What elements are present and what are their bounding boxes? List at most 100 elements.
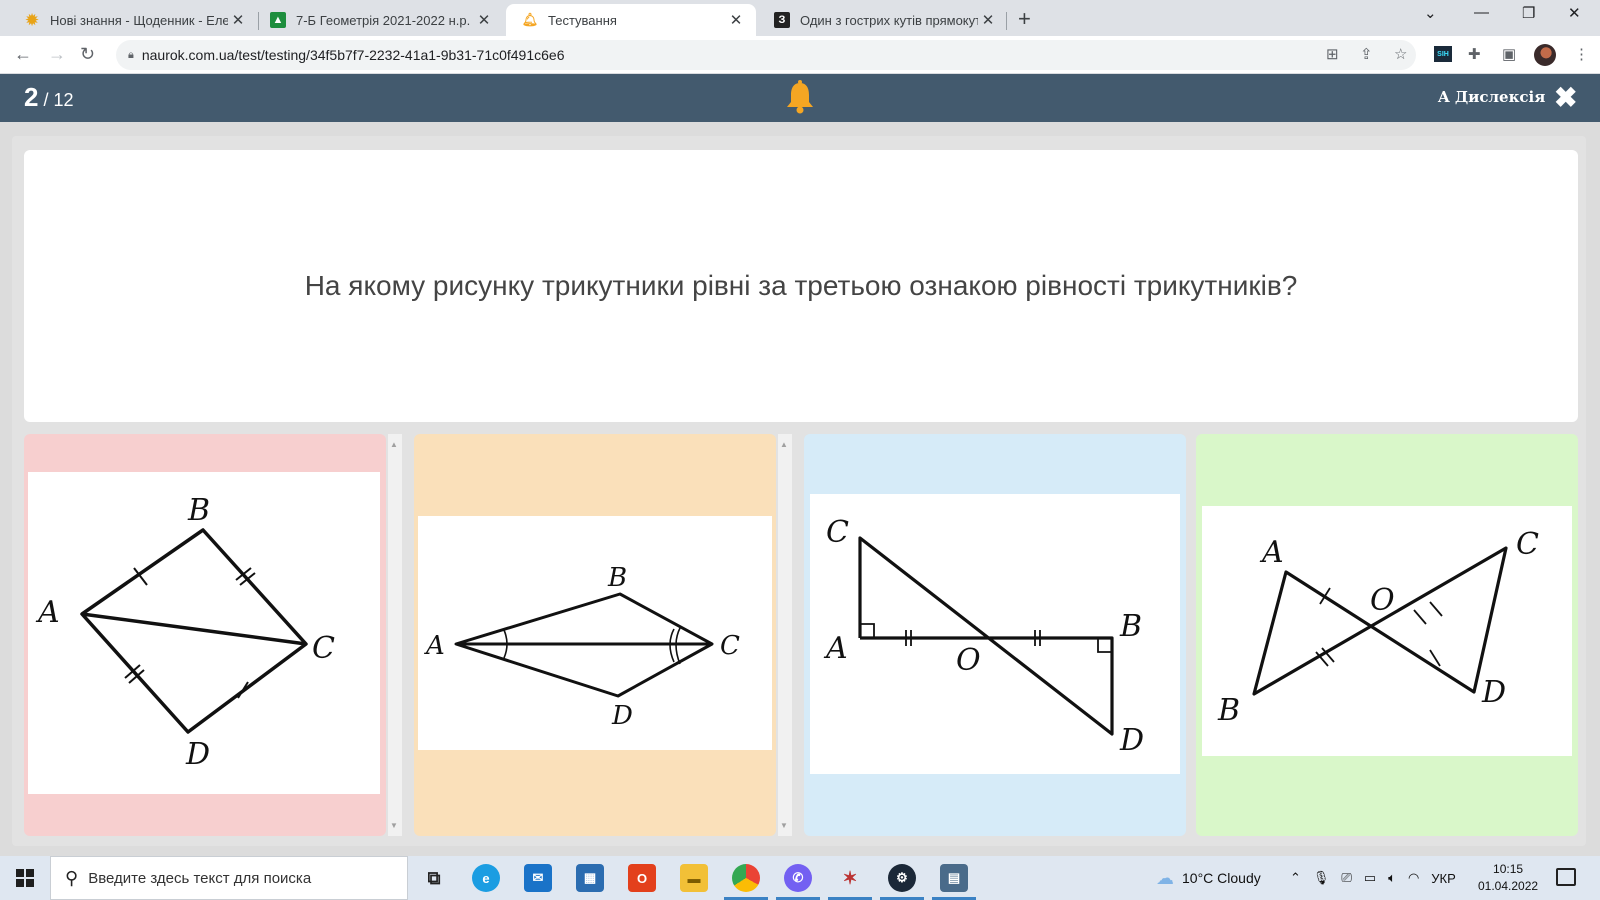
steam-icon[interactable]: ⚙: [880, 864, 924, 900]
system-tray[interactable]: ⌃ 🎙︎ ⎚ ▭ 🔈︎ ◠ УКР: [1290, 856, 1456, 900]
answer-option-1[interactable]: A B C D: [24, 434, 386, 836]
vertex-label-a: A: [35, 595, 60, 630]
dyslexia-toggle[interactable]: A Дислексія: [1438, 88, 1545, 106]
search-placeholder: Введите здесь текст для поиска: [88, 869, 312, 887]
vertex-label-a: A: [424, 631, 445, 661]
current-question-number: 2: [24, 82, 39, 112]
search-icon: ⚲: [65, 867, 79, 888]
wifi-icon[interactable]: ◠: [1408, 870, 1419, 886]
weather-widget[interactable]: ☁ 10°C Cloudy: [1156, 856, 1261, 900]
bell-icon: [784, 80, 816, 119]
calculator-icon[interactable]: ▤: [932, 864, 976, 900]
url-text: naurok.com.ua/test/testing/34f5b7f7-2232…: [141, 47, 565, 63]
answer-option-4[interactable]: A B C D O: [1196, 434, 1578, 836]
scroll-down-icon[interactable]: ▼: [390, 821, 398, 830]
vertex-label-a: A: [823, 631, 848, 666]
device-icon[interactable]: ⎚: [1341, 870, 1351, 886]
browser-tab-strip: ✹ Нові знання - Щоденник - Елек ✕ ▲ 7-Б …: [0, 0, 1600, 36]
answer-option-2[interactable]: A B C D: [414, 434, 776, 836]
vertex-label-d: D: [1119, 723, 1144, 758]
bell-icon: 🔔︎: [521, 12, 539, 27]
microphone-icon[interactable]: 🎙︎: [1313, 870, 1330, 886]
tab-title: Нові знання - Щоденник - Елек: [50, 12, 228, 28]
office-icon[interactable]: O: [628, 864, 656, 892]
answer-figure-2: A B C D: [418, 516, 772, 750]
scroll-down-icon[interactable]: ▼: [780, 821, 788, 830]
battery-icon[interactable]: ▭: [1364, 870, 1376, 886]
tab-close-icon[interactable]: ✕: [474, 11, 494, 29]
chrome-icon[interactable]: [724, 864, 768, 900]
clock-time: 10:15: [1493, 862, 1524, 876]
windows-start-icon[interactable]: [16, 869, 34, 887]
browser-tab[interactable]: ✹ Нові знання - Щоденник - Елек ✕: [8, 4, 258, 36]
browser-tab[interactable]: З Один з гострих кутів прямокут ✕: [758, 4, 1008, 36]
tab-title: Тестування: [548, 12, 617, 28]
close-window-button[interactable]: ✕: [1568, 4, 1581, 22]
vertex-label-b: B: [187, 493, 210, 528]
answer-scrollbar-2[interactable]: ▲ ▼: [778, 434, 792, 836]
forward-icon[interactable]: →: [48, 44, 66, 65]
scroll-up-icon[interactable]: ▲: [780, 440, 788, 449]
game-app-icon[interactable]: ✶: [828, 864, 872, 900]
vertex-label-d: D: [1481, 675, 1506, 710]
translate-icon[interactable]: ⊞: [1326, 45, 1339, 63]
minimize-button[interactable]: —: [1474, 4, 1489, 21]
notification-icon[interactable]: [1556, 868, 1576, 886]
address-bar[interactable]: 🔒︎ naurok.com.ua/test/testing/34f5b7f7-2…: [116, 40, 1416, 70]
lock-icon: 🔒︎: [128, 48, 134, 61]
menu-kebab-icon[interactable]: ⋮: [1574, 45, 1589, 63]
browser-tab-active[interactable]: 🔔︎ Тестування ✕: [506, 4, 756, 36]
vertex-label-a: A: [1259, 535, 1284, 570]
znanija-icon: З: [774, 12, 790, 28]
tab-close-icon[interactable]: ✕: [978, 11, 998, 29]
browser-tab[interactable]: ▲ 7-Б Геометрія 2021-2022 н.р. ✕: [254, 4, 504, 36]
scroll-up-icon[interactable]: ▲: [390, 440, 398, 449]
volume-icon[interactable]: 🔈︎: [1388, 870, 1396, 886]
share-icon[interactable]: ⇪: [1360, 45, 1373, 63]
sih-extension-icon[interactable]: SIH: [1434, 46, 1452, 62]
question-card: На якому рисунку трикутники рівні за тре…: [24, 150, 1578, 422]
restore-button[interactable]: ❐: [1522, 4, 1535, 22]
taskbar-search[interactable]: ⚲ Введите здесь текст для поиска: [50, 856, 408, 900]
cloud-icon: ☁: [1156, 867, 1174, 888]
clock-date: 01.04.2022: [1478, 879, 1539, 893]
tab-close-icon[interactable]: ✕: [726, 11, 746, 29]
new-tab-button[interactable]: +: [1018, 6, 1031, 32]
weather-text: 10°C Cloudy: [1182, 870, 1261, 886]
viber-icon[interactable]: ✆: [776, 864, 820, 900]
total-questions: / 12: [43, 90, 74, 110]
edge-icon[interactable]: e: [472, 864, 500, 892]
vertex-label-c: C: [826, 515, 849, 550]
language-indicator[interactable]: УКР: [1431, 871, 1456, 886]
side-panel-icon[interactable]: ▣: [1502, 45, 1516, 63]
tab-separator: [1006, 12, 1007, 30]
answer-figure-3: A B C D O: [810, 494, 1180, 774]
back-icon[interactable]: ←: [14, 44, 32, 65]
answer-scrollbar-1[interactable]: ▲ ▼: [388, 434, 402, 836]
windows-taskbar: ⚲ Введите здесь текст для поиска ⧉ e ✉ ▦…: [0, 856, 1600, 900]
answer-figure-4: A B C D O: [1202, 506, 1572, 756]
chevron-up-icon[interactable]: ⌃: [1290, 870, 1301, 886]
bookmark-star-icon[interactable]: ☆: [1394, 45, 1407, 63]
answer-option-3[interactable]: A B C D O: [804, 434, 1186, 836]
mail-icon[interactable]: ✉: [524, 864, 552, 892]
reload-icon[interactable]: ↻: [80, 44, 95, 65]
clock[interactable]: 10:15 01.04.2022: [1478, 861, 1538, 895]
store-icon[interactable]: ▦: [576, 864, 604, 892]
vertex-label-b: B: [1217, 693, 1240, 728]
browser-toolbar: ← → ↻ 🔒︎ naurok.com.ua/test/testing/34f5…: [0, 36, 1600, 74]
close-test-icon[interactable]: ✖: [1554, 81, 1577, 114]
vertex-label-o: O: [956, 643, 981, 678]
task-view-icon[interactable]: ⧉: [420, 864, 448, 892]
figure-quad-abcd: A B C D: [424, 563, 740, 731]
vertex-label-c: C: [720, 631, 740, 661]
classroom-icon: ▲: [270, 12, 286, 28]
file-explorer-icon[interactable]: ▬: [680, 864, 708, 892]
tab-close-icon[interactable]: ✕: [228, 11, 248, 29]
profile-avatar[interactable]: [1534, 44, 1556, 66]
test-header: 2 / 12 A Дислексія ✖: [0, 74, 1600, 122]
tab-search-icon[interactable]: ⌄: [1424, 4, 1437, 22]
question-counter: 2 / 12: [24, 82, 74, 113]
vertex-label-d: D: [185, 737, 210, 772]
extensions-puzzle-icon[interactable]: ✚: [1468, 45, 1481, 63]
